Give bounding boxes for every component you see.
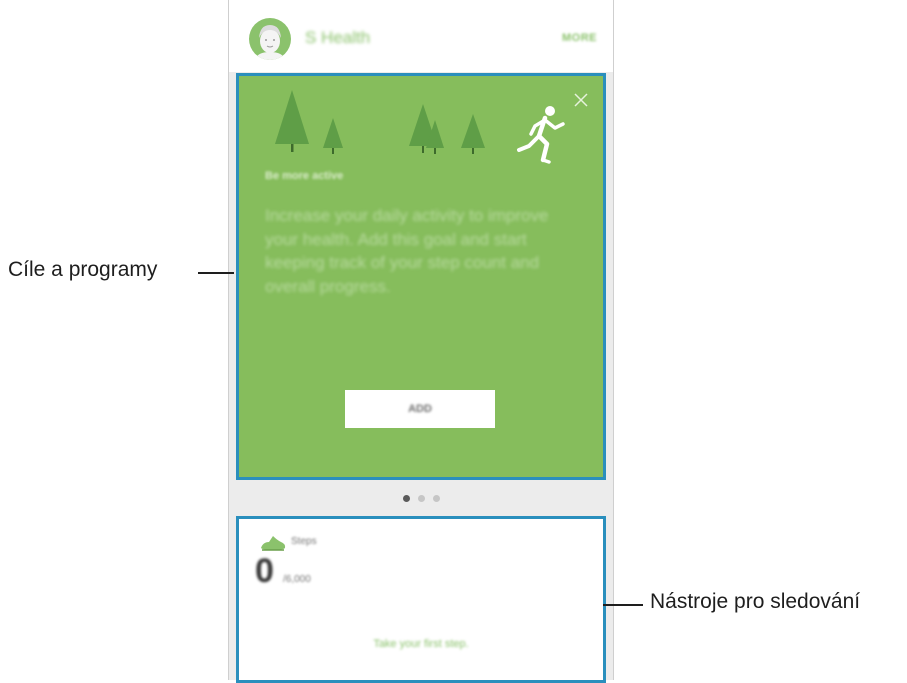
callout-trackers: Nástroje pro sledování [650,590,861,613]
callout-goals-line [198,272,234,274]
callout-goals: Cíle a programy [8,258,158,281]
callout-trackers-line [603,604,643,606]
page-indicator [229,486,613,510]
app-header: S Health MORE [229,0,613,72]
trackers-highlight-frame [236,516,606,683]
more-button[interactable]: MORE [562,32,597,44]
app-title: S Health [305,28,371,47]
goals-highlight-frame [236,73,606,480]
user-avatar-icon[interactable] [249,18,291,60]
page-dot[interactable] [432,494,440,502]
page-dot[interactable] [402,494,410,502]
page-dot[interactable] [417,494,425,502]
